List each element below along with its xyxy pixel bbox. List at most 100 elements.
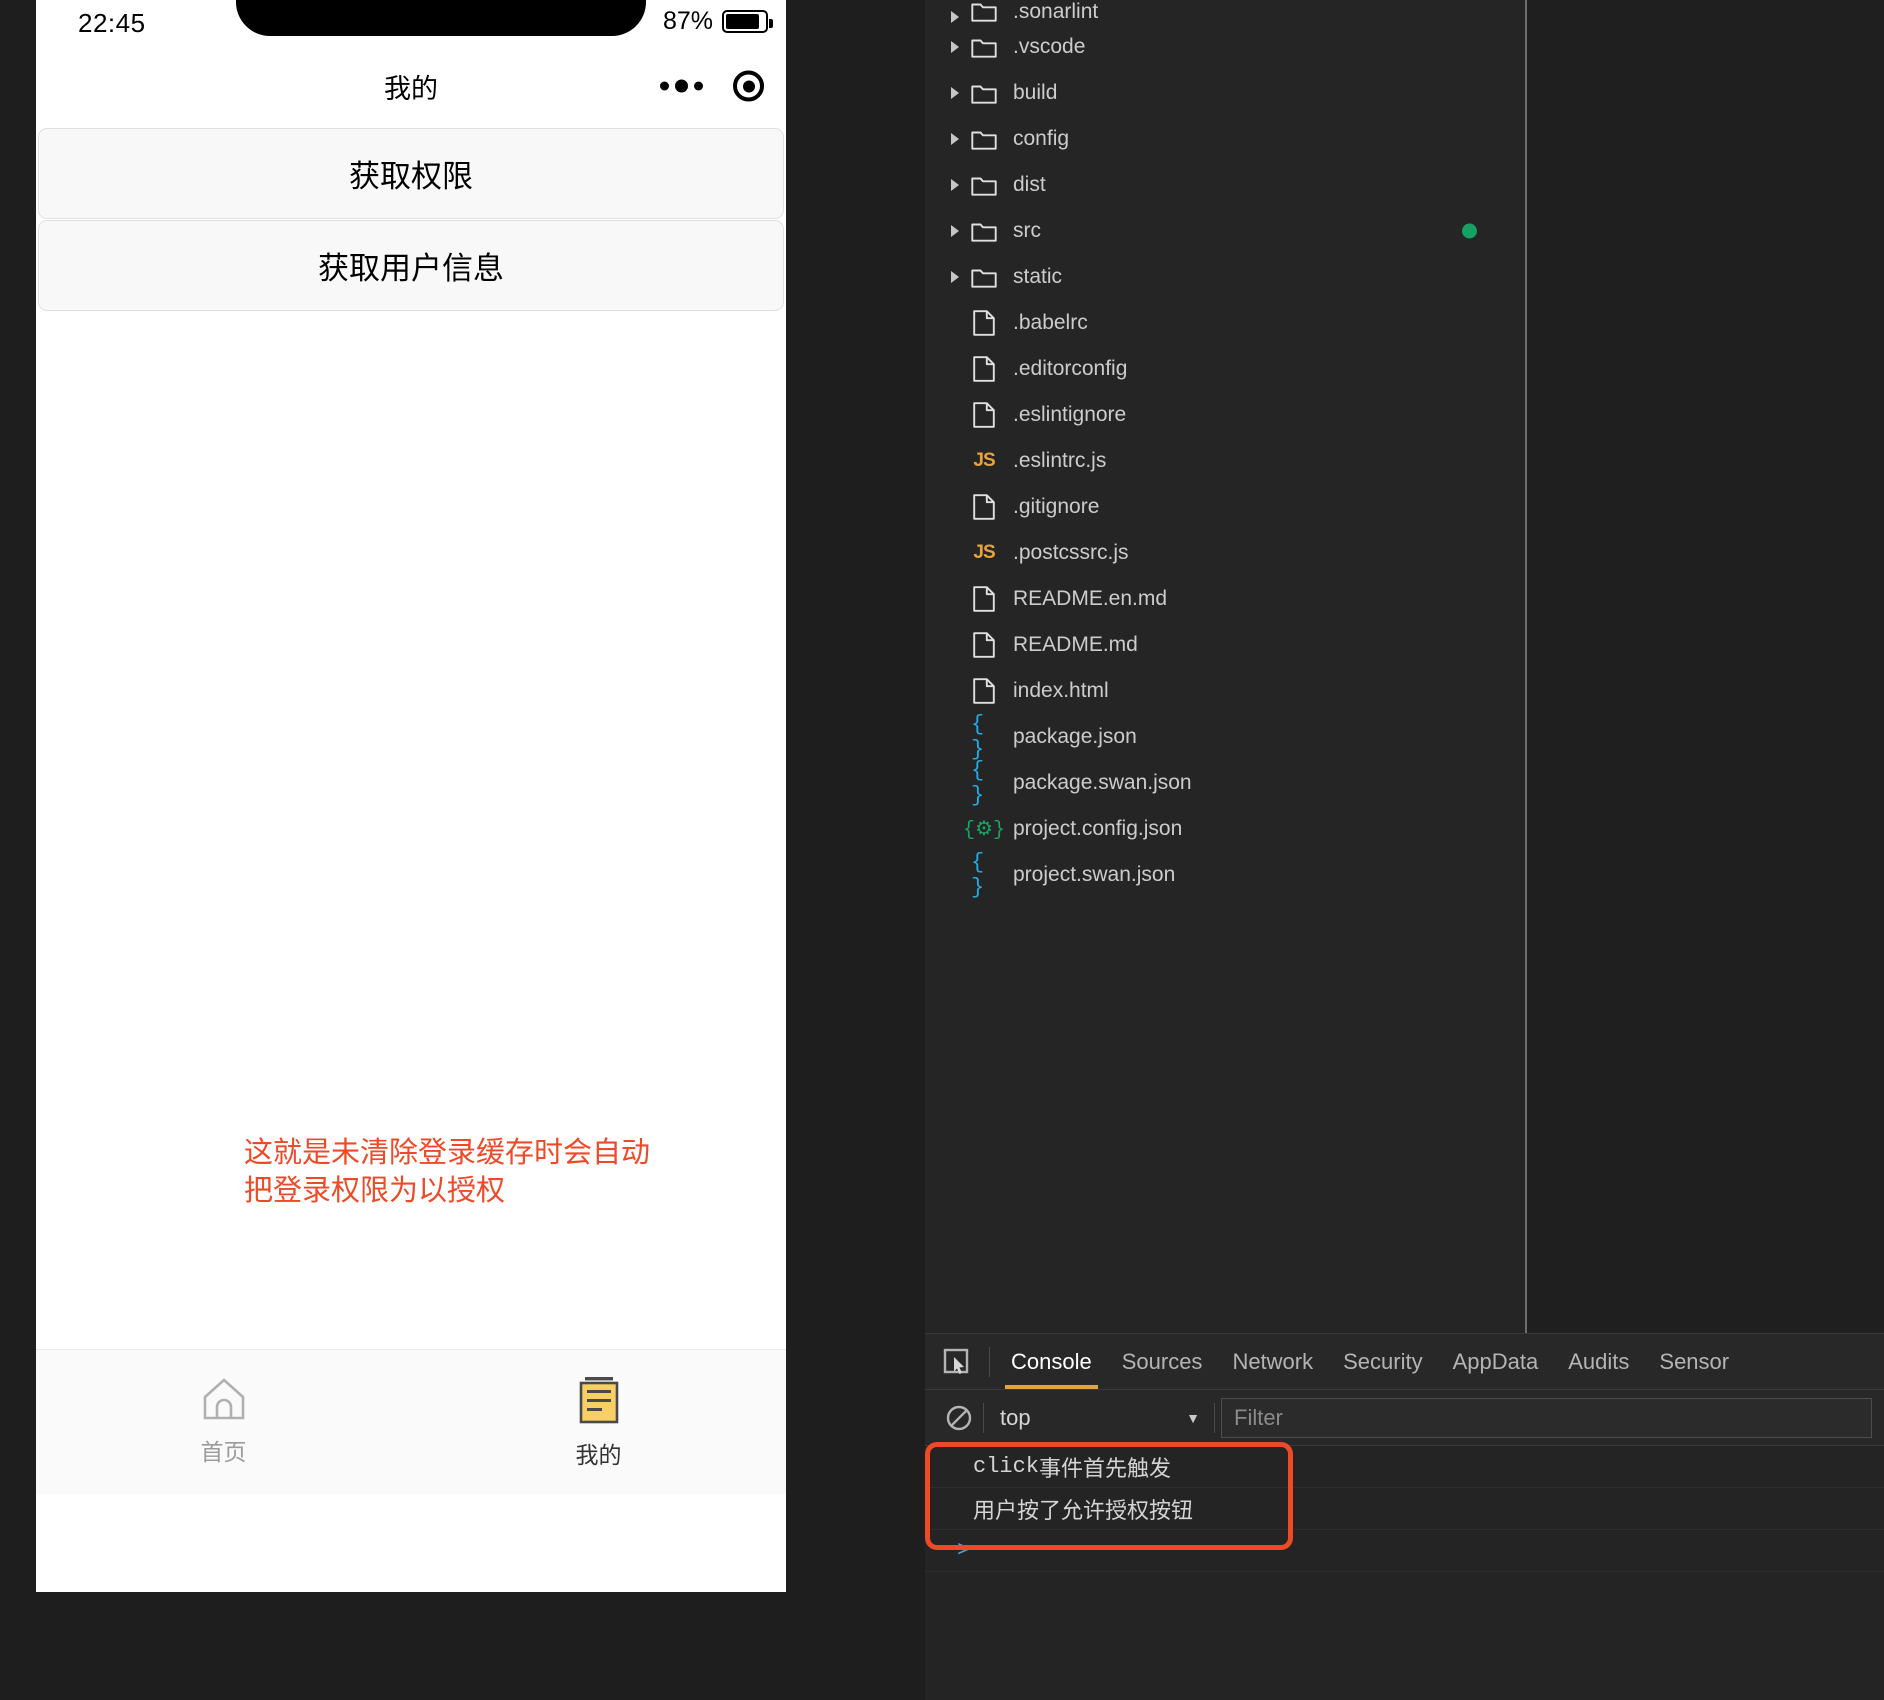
- phone-frame: 22:45 87% 我的 获取权限 获取用户信息 这就是未清除登录缓存时会自动 …: [36, 0, 786, 1592]
- chevron-right-icon[interactable]: [945, 178, 965, 192]
- tabbar-label-home: 首页: [200, 1439, 247, 1465]
- file-tree-item-label: README.en.md: [1013, 587, 1168, 610]
- file-tree-row[interactable]: JS .postcssrc.js: [925, 530, 1525, 576]
- document-icon: [578, 1374, 620, 1424]
- file-tree-item-label: .eslintignore: [1013, 403, 1127, 426]
- js-file-icon: JS: [973, 542, 995, 563]
- file-tree-item-label: config: [1013, 127, 1070, 150]
- status-marker-dot: [1462, 223, 1477, 239]
- file-tree-item-label: .editorconfig: [1013, 357, 1128, 380]
- console-message-list: click 事件首先触发 用户按了允许授权按钮: [925, 1446, 1884, 1530]
- file-tree-row[interactable]: index.html: [925, 668, 1525, 714]
- get-permission-button[interactable]: 获取权限: [38, 128, 784, 219]
- home-icon: [201, 1377, 247, 1421]
- simulator-column: 22:45 87% 我的 获取权限 获取用户信息 这就是未清除登录缓存时会自动 …: [0, 0, 925, 1700]
- devtools-tab-sensor[interactable]: Sensor: [1644, 1334, 1744, 1389]
- chevron-right-icon[interactable]: [945, 132, 965, 146]
- inspect-element-icon[interactable]: [925, 1334, 989, 1389]
- file-icon: [971, 632, 997, 658]
- file-tree-row[interactable]: README.md: [925, 622, 1525, 668]
- chevron-down-icon: ▼: [1186, 1409, 1200, 1426]
- file-tree-row[interactable]: src: [925, 208, 1525, 254]
- file-tree-row[interactable]: .sonarlint: [925, 0, 1525, 24]
- folder-icon: [971, 264, 997, 290]
- tabbar-item-home[interactable]: 首页: [36, 1350, 411, 1494]
- devtools-tab-network[interactable]: Network: [1217, 1334, 1328, 1389]
- file-tree-item-label: package.swan.json: [1013, 771, 1192, 794]
- get-userinfo-button[interactable]: 获取用户信息: [38, 220, 784, 311]
- more-dots-icon[interactable]: [660, 79, 703, 93]
- file-tree-item-label: .postcssrc.js: [1013, 541, 1129, 564]
- file-tree-row[interactable]: {⚙} project.config.json: [925, 806, 1525, 852]
- file-icon: [971, 310, 997, 336]
- console-prompt-row[interactable]: >: [925, 1530, 1884, 1572]
- console-toolbar: top ▼ Filter: [925, 1390, 1884, 1446]
- file-tree-row[interactable]: .babelrc: [925, 300, 1525, 346]
- status-bar-right: 87%: [663, 7, 773, 36]
- folder-icon: [971, 172, 997, 198]
- console-filter-input[interactable]: Filter: [1221, 1397, 1872, 1438]
- file-icon: [971, 586, 997, 612]
- file-icon: [971, 494, 997, 520]
- file-tree-row[interactable]: config: [925, 116, 1525, 162]
- devtools-panel: .sonarlint .vscode build config dist src stati…: [925, 0, 1884, 1700]
- file-tree-row[interactable]: { } project.swan.json: [925, 850, 1525, 900]
- devtools-right-pane: [1527, 0, 1884, 1333]
- file-tree-row[interactable]: JS .eslintrc.js: [925, 438, 1525, 484]
- devtools-tab-sources[interactable]: Sources: [1107, 1334, 1218, 1389]
- file-tree-row[interactable]: { } package.swan.json: [925, 758, 1525, 808]
- file-tree-row[interactable]: .editorconfig: [925, 346, 1525, 392]
- json-file-icon: { }: [971, 850, 985, 900]
- phone-tabbar: 首页 我的: [36, 1349, 786, 1494]
- json-file-icon: { }: [971, 712, 985, 762]
- chevron-right-icon[interactable]: [945, 40, 965, 54]
- devtools-tabstrip: Console Sources Network Security AppData Audi…: [925, 1334, 1884, 1390]
- devtools-tab-appdata[interactable]: AppData: [1438, 1334, 1554, 1389]
- folder-icon: [971, 0, 997, 24]
- file-icon: [971, 402, 997, 428]
- tabbar-label-mine: 我的: [575, 1442, 622, 1468]
- console-context-selector[interactable]: top ▼: [984, 1390, 1214, 1445]
- target-circle-icon[interactable]: [733, 70, 764, 102]
- file-tree-row[interactable]: { } package.json: [925, 712, 1525, 762]
- chevron-right-icon[interactable]: [945, 270, 965, 284]
- devtools-tab-audits[interactable]: Audits: [1553, 1334, 1644, 1389]
- file-tree-item-label: package.json: [1013, 725, 1137, 748]
- file-tree-item-label: README.md: [1013, 633, 1138, 656]
- file-tree-row[interactable]: .gitignore: [925, 484, 1525, 530]
- file-tree-row[interactable]: .eslintignore: [925, 392, 1525, 438]
- red-annotation-text: 这就是未清除登录缓存时会自动 把登录权限为以授权: [244, 1137, 651, 1208]
- tabbar-item-mine[interactable]: 我的: [411, 1350, 786, 1494]
- console-message: 用户按了允许授权按钮: [925, 1488, 1884, 1530]
- file-tree-item-label: .gitignore: [1013, 495, 1100, 518]
- chevron-right-icon[interactable]: [945, 86, 965, 100]
- clear-console-icon[interactable]: [935, 1404, 983, 1432]
- chevron-right-icon[interactable]: [945, 10, 965, 24]
- file-tree-row[interactable]: static: [925, 254, 1525, 300]
- file-tree-row[interactable]: README.en.md: [925, 576, 1525, 622]
- file-tree-row[interactable]: .vscode: [925, 24, 1525, 70]
- navbar-capsule: [660, 70, 764, 102]
- file-tree: .sonarlint .vscode build config dist src stati…: [925, 0, 1525, 900]
- file-tree-pane: .sonarlint .vscode build config dist src stati…: [925, 0, 1525, 1333]
- devtools-tab-console[interactable]: Console: [996, 1334, 1107, 1389]
- page-title: 我的: [384, 73, 438, 104]
- status-bar-time: 22:45: [78, 8, 146, 38]
- folder-icon: [971, 218, 997, 244]
- file-tree-row[interactable]: dist: [925, 162, 1525, 208]
- file-tree-item-label: static: [1013, 265, 1063, 288]
- phone-content-area: 这就是未清除登录缓存时会自动 把登录权限为以授权 首页 我的: [36, 312, 786, 1494]
- json-config-file-icon: {⚙}: [963, 819, 1005, 842]
- console-message: click 事件首先触发: [925, 1446, 1884, 1488]
- console-context-value: top: [1000, 1404, 1031, 1430]
- folder-icon: [971, 34, 997, 60]
- file-tree-row[interactable]: build: [925, 70, 1525, 116]
- devtools-tab-security[interactable]: Security: [1328, 1334, 1437, 1389]
- file-tree-item-label: .sonarlint: [1013, 0, 1099, 23]
- file-tree-item-label: dist: [1013, 173, 1046, 196]
- file-tree-item-label: .vscode: [1013, 35, 1086, 58]
- battery-icon: [722, 10, 773, 33]
- chevron-right-icon[interactable]: [945, 224, 965, 238]
- file-tree-item-label: index.html: [1013, 679, 1109, 702]
- console-prompt-arrow: >: [957, 1538, 971, 1563]
